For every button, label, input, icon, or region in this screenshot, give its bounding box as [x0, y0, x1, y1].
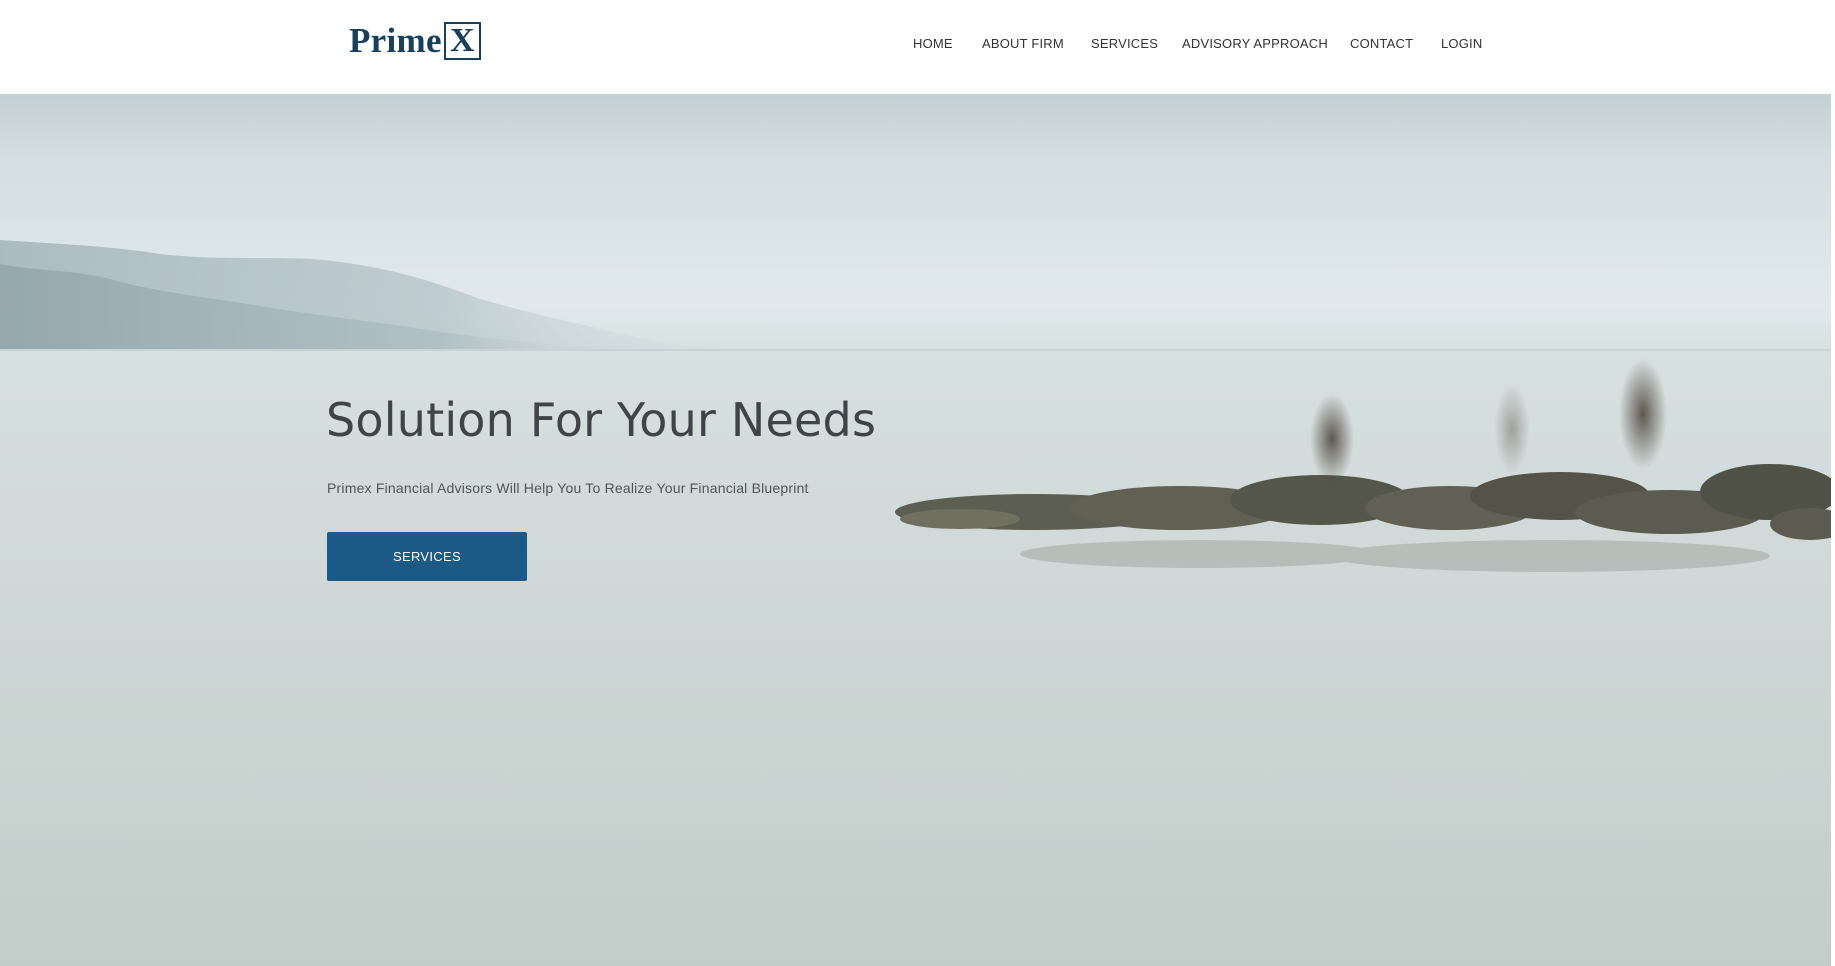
main-nav: HOME ABOUT FIRM SERVICES ADVISORY APPROA… [0, 36, 1835, 56]
site-header: Prime X HOME ABOUT FIRM SERVICES ADVISOR… [0, 0, 1835, 94]
hero-title: Solution For Your Needs [326, 393, 877, 447]
nav-services[interactable]: SERVICES [1091, 36, 1158, 51]
nav-home[interactable]: HOME [913, 36, 953, 51]
nav-contact[interactable]: CONTACT [1350, 36, 1413, 51]
nav-about-firm[interactable]: ABOUT FIRM [982, 36, 1064, 51]
page: Prime X HOME ABOUT FIRM SERVICES ADVISOR… [0, 0, 1835, 966]
scrollbar-edge [1831, 94, 1835, 966]
services-button[interactable]: SERVICES [327, 532, 527, 581]
hero-subtitle: Primex Financial Advisors Will Help You … [327, 480, 809, 496]
nav-login[interactable]: LOGIN [1441, 36, 1482, 51]
hero-section: Solution For Your Needs Primex Financial… [0, 94, 1835, 966]
nav-advisory-approach[interactable]: ADVISORY APPROACH [1182, 36, 1328, 51]
lake-background-image [0, 240, 1835, 966]
